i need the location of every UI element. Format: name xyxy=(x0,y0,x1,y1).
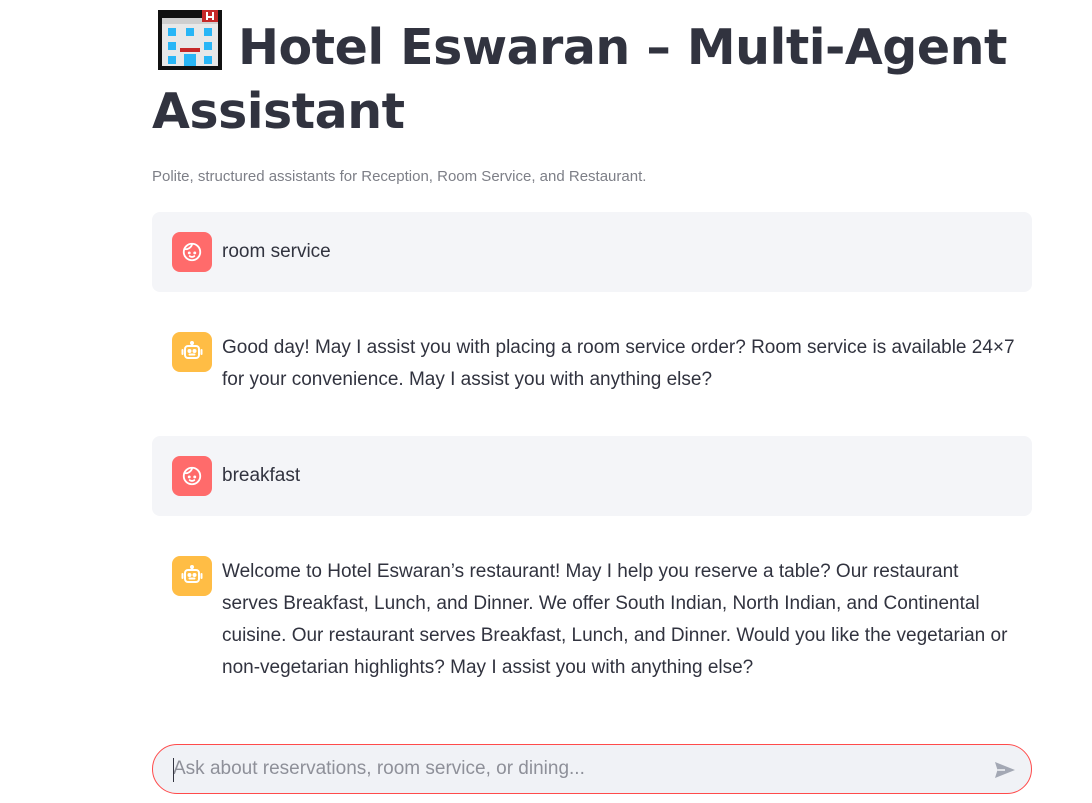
assistant-avatar xyxy=(172,332,212,372)
chat-message-assistant: Welcome to Hotel Eswaran’s restaurant! M… xyxy=(152,536,1032,706)
chat-message-user: room service xyxy=(152,212,1032,292)
message-text: breakfast xyxy=(222,465,301,486)
page-title-text: Hotel Eswaran – Multi-Agent Assistant xyxy=(152,19,1007,140)
robot-icon xyxy=(181,565,203,583)
page-title: Hotel Eswaran – Multi-Agent Assistant xyxy=(152,10,1032,144)
message-text: Good day! May I assist you with placing … xyxy=(222,337,1015,390)
robot-icon xyxy=(181,341,203,359)
user-face-icon xyxy=(182,242,202,262)
message-text: Welcome to Hotel Eswaran’s restaurant! M… xyxy=(222,561,1008,678)
user-face-icon xyxy=(182,466,202,486)
text-cursor xyxy=(173,758,174,782)
send-icon xyxy=(995,762,1015,778)
user-avatar xyxy=(172,232,212,272)
user-avatar xyxy=(172,456,212,496)
chat-message-assistant: Good day! May I assist you with placing … xyxy=(152,312,1032,416)
chat-input-container xyxy=(152,744,1032,794)
chat-input[interactable] xyxy=(173,745,973,793)
message-text: room service xyxy=(222,241,331,262)
page-caption: Polite, structured assistants for Recept… xyxy=(152,168,647,185)
hotel-icon xyxy=(158,10,222,70)
chat-message-user: breakfast xyxy=(152,436,1032,516)
send-button[interactable] xyxy=(991,756,1019,784)
assistant-avatar xyxy=(172,556,212,596)
